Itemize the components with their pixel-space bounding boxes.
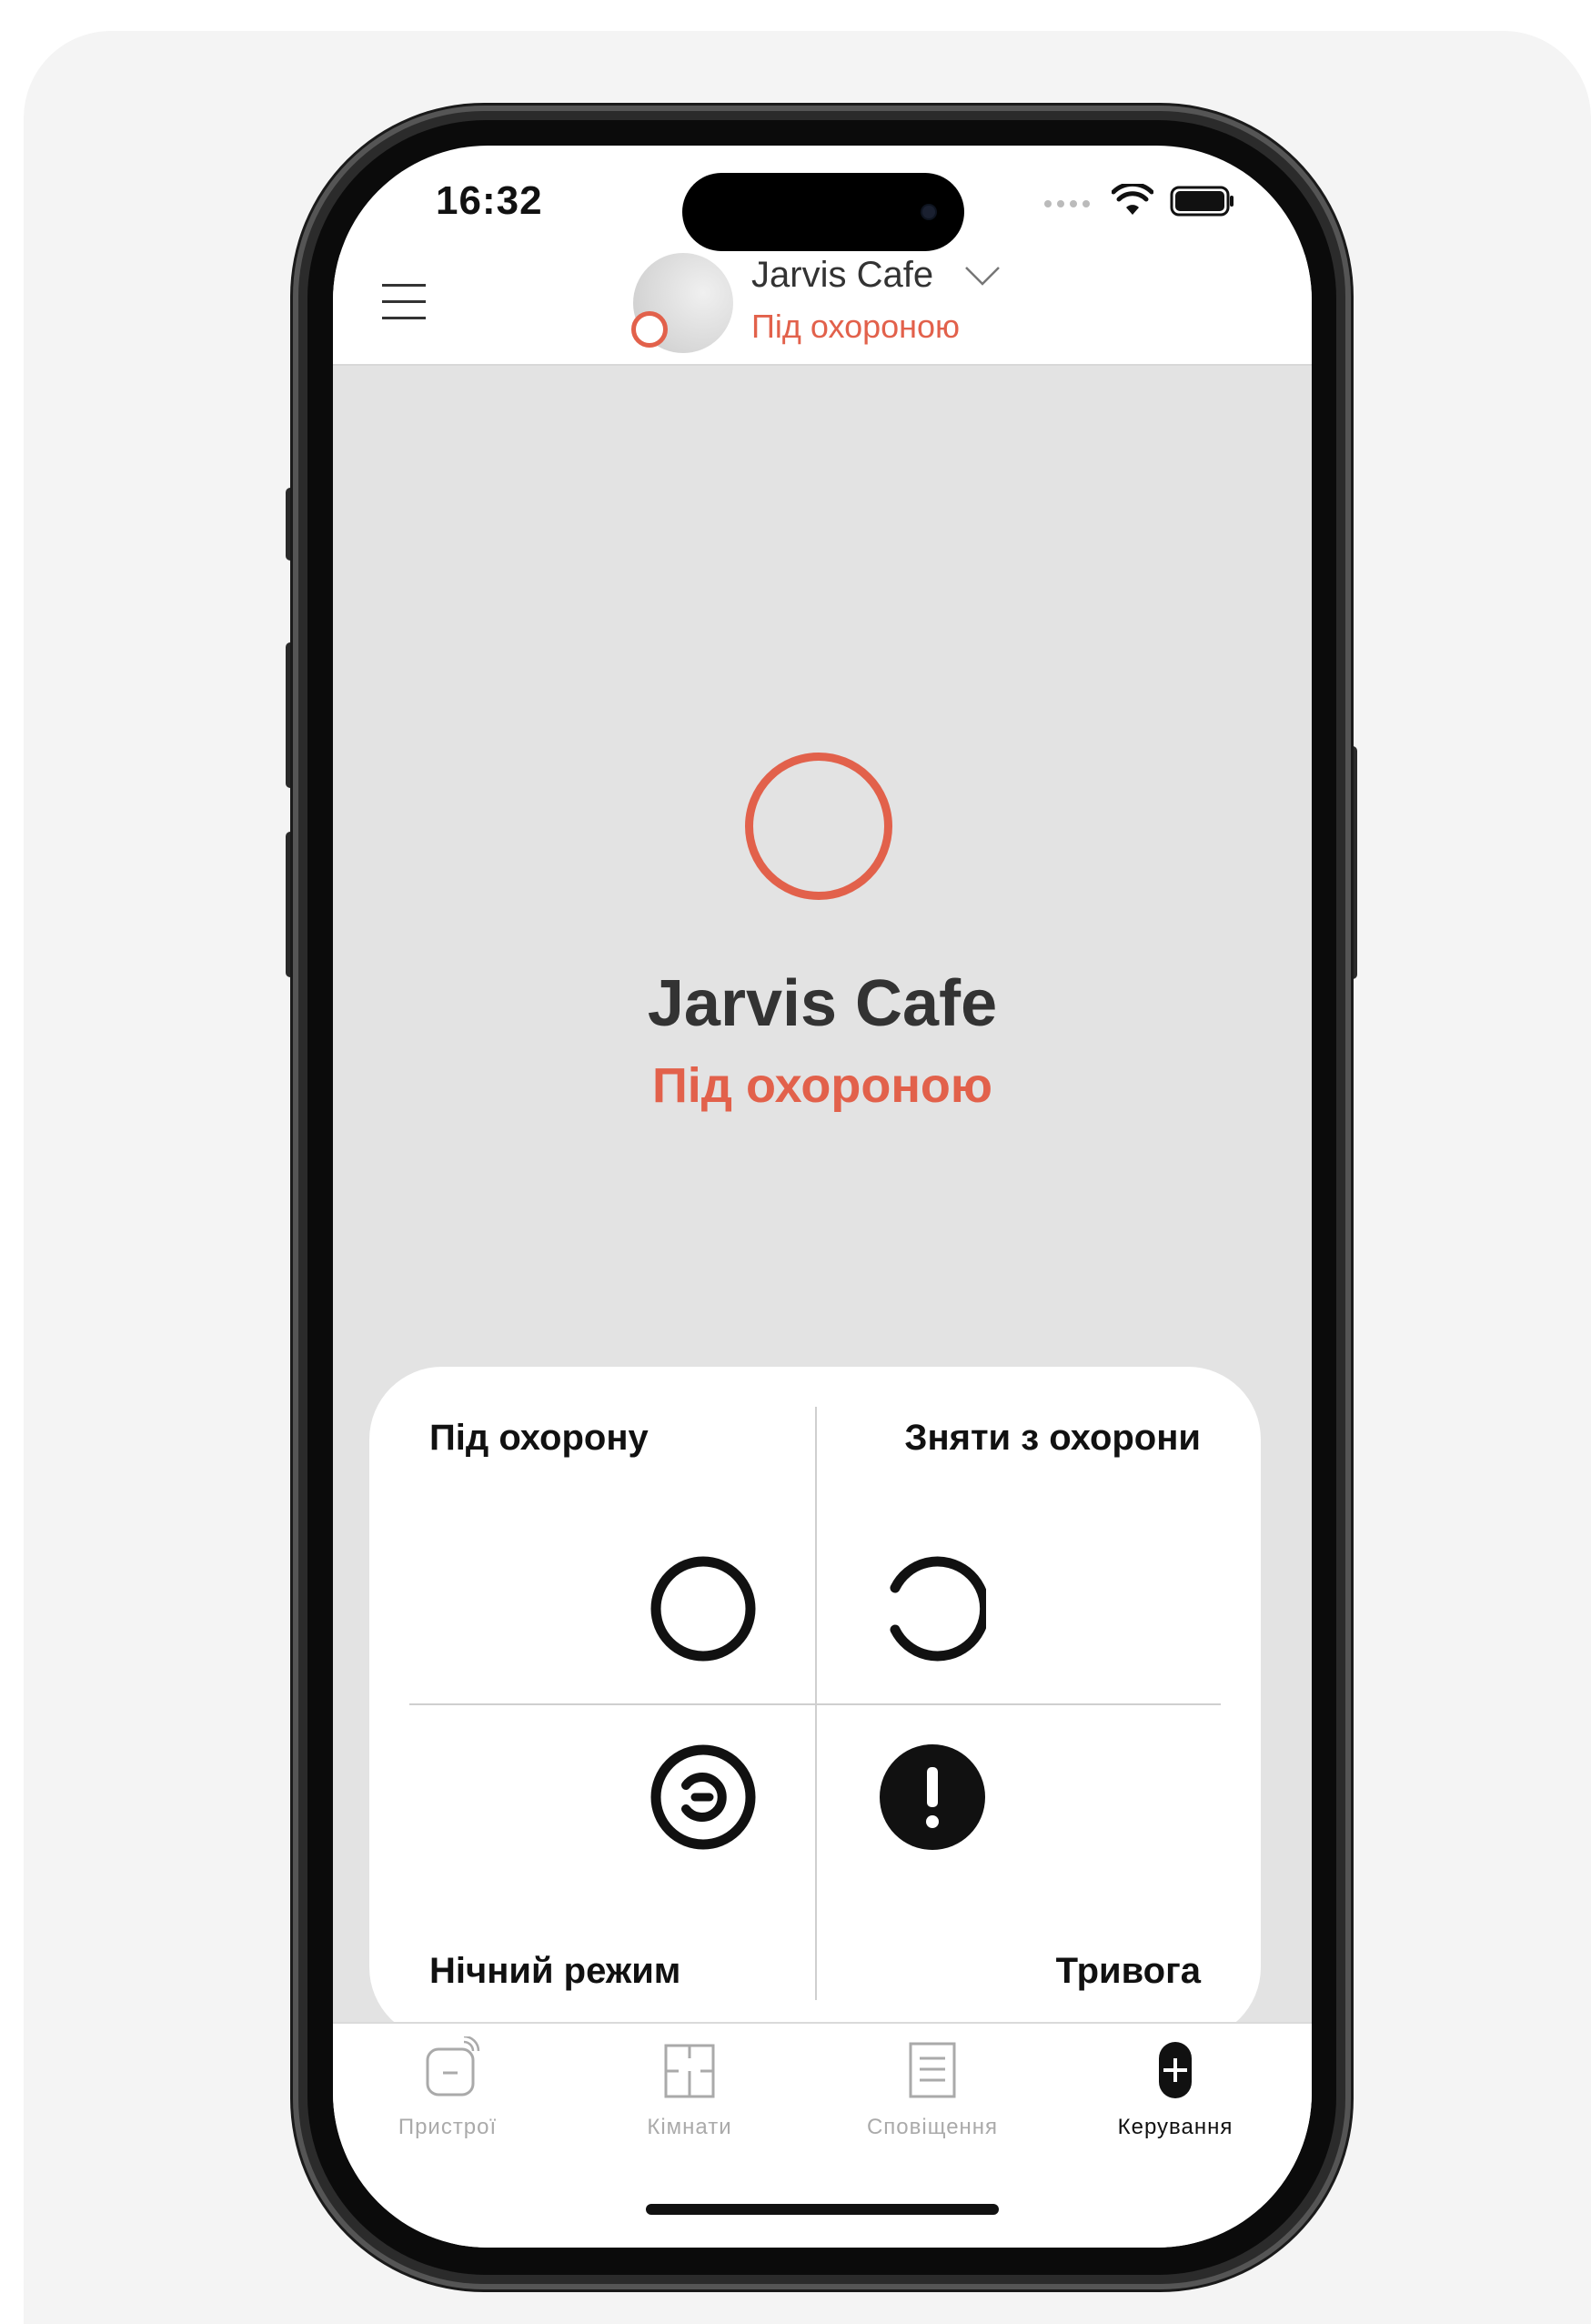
chevron-down-icon[interactable] (964, 266, 1001, 288)
hub-status-subtitle: Під охороною (751, 308, 961, 345)
tab-bar: Пристрої Кімнати Сповіщення Керування (333, 2022, 1312, 2248)
tab-devices[interactable]: Пристрої (357, 2036, 539, 2173)
menu-icon[interactable] (382, 284, 426, 324)
dynamic-island (682, 173, 964, 251)
battery-icon (1170, 186, 1234, 217)
tab-notifications-label: Сповіщення (866, 2115, 999, 2139)
disarm-button[interactable] (879, 1555, 986, 1662)
cellular-signal-icon (1044, 200, 1090, 207)
hub-name-title: Jarvis Cafe (647, 967, 998, 1040)
tab-devices-label: Пристрої (398, 2115, 498, 2139)
security-control-card: Під охорону Зняти з охорони Нічний режим… (369, 1367, 1261, 2040)
arm-label: Під охорону (429, 1418, 649, 1458)
tab-rooms[interactable]: Кімнати (599, 2036, 780, 2173)
arm-button[interactable] (649, 1555, 757, 1662)
hub-selector-title[interactable]: Jarvis Cafe (751, 255, 933, 296)
status-time: 16:32 (436, 178, 543, 223)
control-icon (1159, 2042, 1192, 2098)
rooms-icon (664, 2044, 715, 2098)
home-indicator[interactable] (646, 2204, 999, 2215)
panic-button[interactable] (879, 1743, 986, 1851)
main-area: Jarvis Cafe Під охороною Під охорону Зня… (333, 366, 1312, 2139)
disarm-label: Зняти з охорони (904, 1418, 1201, 1458)
divider-horizontal (409, 1703, 1221, 1705)
front-camera-icon (922, 206, 935, 218)
tab-rooms-label: Кімнати (647, 2115, 732, 2139)
armed-status-badge (631, 311, 668, 348)
tab-notifications[interactable]: Сповіщення (841, 2036, 1023, 2173)
hub-security-state: Під охороною (651, 1058, 993, 1113)
tab-control[interactable]: Керування (1084, 2036, 1266, 2173)
tab-control-label: Керування (1117, 2115, 1234, 2139)
night-mode-label: Нічний режим (429, 1951, 681, 1991)
armed-status-icon (745, 753, 892, 900)
panic-label: Тривога (1055, 1951, 1201, 1991)
night-mode-button[interactable] (649, 1743, 757, 1851)
app-header: Jarvis Cafe Під охороною (333, 253, 1312, 366)
devices-icon (426, 2036, 480, 2097)
phone-screen: 16:32 Jarvis Cafe Під охороною Jarvis Ca… (333, 146, 1312, 2248)
notifications-icon (909, 2042, 956, 2098)
wifi-icon (1112, 184, 1153, 215)
